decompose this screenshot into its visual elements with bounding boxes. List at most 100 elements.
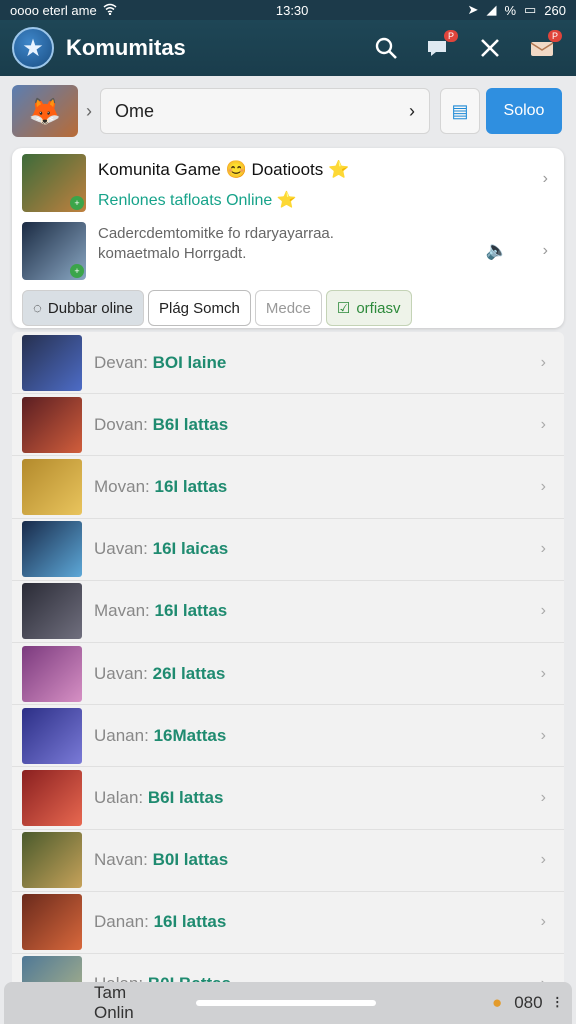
search-action-button[interactable]: Soloo bbox=[486, 88, 562, 134]
location-icon: ➤ bbox=[467, 2, 479, 17]
list-item-label: Uavan: bbox=[94, 539, 148, 559]
search-icon bbox=[375, 37, 397, 59]
speaker-icon[interactable]: 🔈 bbox=[486, 240, 508, 261]
notification-badge: P bbox=[443, 30, 458, 42]
game-thumbnail bbox=[22, 645, 82, 702]
game-thumbnail bbox=[22, 334, 82, 391]
featured-description: Cadercdemtomitke fo rdaryayarraa. komaet… bbox=[98, 225, 334, 262]
game-thumbnail bbox=[22, 521, 82, 578]
user-avatar[interactable]: 🦊 bbox=[12, 85, 78, 137]
online-indicator-icon: + bbox=[70, 264, 84, 278]
search-button[interactable] bbox=[364, 26, 408, 70]
filter-button[interactable]: ▤ bbox=[440, 88, 480, 134]
game-thumbnail bbox=[22, 458, 82, 515]
list-item-label: Movan: bbox=[94, 476, 150, 496]
list-item-value: B0I lattas bbox=[152, 850, 229, 870]
search-row: 🦊 › Ome › ▤ Soloo bbox=[0, 84, 576, 138]
wifi-icon bbox=[103, 3, 117, 18]
chip-medce[interactable]: Medce bbox=[254, 290, 322, 326]
list-item-value: BOI laine bbox=[152, 352, 227, 372]
signal-icon: ◢ bbox=[486, 2, 497, 17]
game-thumbnail bbox=[22, 894, 82, 951]
chip-label: orfiasv bbox=[356, 299, 401, 317]
list-item-text: Danan: 16I lattas bbox=[94, 912, 541, 932]
calendar-check-icon: ☑ bbox=[336, 300, 351, 317]
close-button[interactable] bbox=[468, 26, 512, 70]
game-thumbnail: + bbox=[22, 154, 86, 212]
chevron-right-icon: › bbox=[540, 353, 546, 371]
status-percent: % bbox=[504, 2, 516, 18]
list-item-value: B6I lattas bbox=[147, 787, 224, 807]
list-item[interactable]: Ualan: B6I lattas › bbox=[12, 767, 564, 830]
list-item-text: Mavan: 16I lattas bbox=[94, 601, 541, 621]
list-item-label: Danan: bbox=[94, 912, 149, 932]
clock: 13:30 bbox=[275, 2, 309, 18]
mail-button[interactable]: P bbox=[520, 26, 564, 70]
list-item-text: Uavan: 26I lattas bbox=[94, 664, 541, 684]
filter-chips: ◌ Dubbar oline Plág Somch Medce ☑ orfias… bbox=[22, 290, 412, 326]
battery-icon: ▭ bbox=[524, 2, 537, 17]
list-item[interactable]: Devan: BOI laine › bbox=[12, 332, 564, 395]
coin-icon: ● bbox=[491, 993, 503, 1012]
chip-search[interactable]: Plág Somch bbox=[147, 290, 251, 326]
list-item-text: Devan: BOI laine bbox=[94, 353, 541, 373]
home-indicator[interactable] bbox=[196, 1000, 376, 1006]
list-item[interactable]: Navan: B0I lattas › bbox=[12, 830, 564, 892]
list-item-text: Navan: B0I lattas bbox=[94, 850, 541, 870]
chevron-right-icon[interactable]: › bbox=[543, 242, 548, 260]
list-item-label: Mavan: bbox=[94, 601, 150, 621]
battery-text: 260 bbox=[544, 2, 566, 18]
list-item[interactable]: Danan: 16I lattas › bbox=[12, 892, 564, 954]
chip-calendar[interactable]: ☑ orfiasv bbox=[325, 290, 412, 326]
chevron-right-icon: › bbox=[540, 415, 546, 433]
list-item-text: Ualan: B6I lattas bbox=[94, 788, 541, 808]
game-thumbnail bbox=[22, 769, 82, 826]
page-title: Komumitas bbox=[66, 35, 186, 60]
list-item-label: Uavan: bbox=[94, 663, 148, 683]
list-item[interactable]: Mavan: 16I lattas › bbox=[12, 581, 564, 643]
app-header: ★ Komumitas P P bbox=[0, 20, 576, 76]
list-item[interactable]: Movan: 16I lattas › bbox=[12, 456, 564, 519]
list-item[interactable]: Uanan: 16Mattas › bbox=[12, 705, 564, 768]
online-indicator-icon: + bbox=[70, 196, 84, 210]
list-item-label: Uanan: bbox=[94, 725, 149, 745]
chip-online[interactable]: ◌ Dubbar oline bbox=[22, 290, 144, 326]
game-thumbnail bbox=[22, 583, 82, 640]
list-item-value: 26I lattas bbox=[152, 663, 226, 683]
search-input[interactable]: Ome › bbox=[100, 88, 430, 134]
status-bar: oooo eterl ame 13:30 ➤ ◢ % ▭ 260 bbox=[0, 0, 576, 20]
chevron-right-icon: › bbox=[540, 664, 546, 682]
list-item[interactable]: Dovan: B6I lattas › bbox=[12, 394, 564, 457]
chevron-right-icon: › bbox=[540, 913, 546, 931]
chevron-right-icon: › bbox=[540, 540, 546, 558]
chevron-right-icon[interactable]: › bbox=[543, 170, 548, 188]
mail-badge: P bbox=[547, 30, 562, 42]
list-item-label: Devan: bbox=[94, 352, 148, 372]
featured-title: Komunita Game 😊 Doatioots ⭐ bbox=[98, 160, 350, 179]
list-item[interactable]: Uavan: 16I laicas › bbox=[12, 519, 564, 581]
list-item-text: Uavan: 16I laicas bbox=[94, 539, 541, 559]
search-value: Ome bbox=[115, 100, 155, 121]
list-item-value: 16I lattas bbox=[154, 601, 228, 621]
featured-card[interactable]: + Komunita Game 😊 Doatioots ⭐ Renlones t… bbox=[12, 148, 564, 328]
game-thumbnail bbox=[22, 396, 82, 453]
bottom-bar: Tam Onlin ● 080 ⁝ bbox=[4, 982, 572, 1024]
menu-icon[interactable]: ⁝ bbox=[555, 993, 560, 1013]
chat-icon: ◌ bbox=[33, 299, 42, 317]
clipboard-icon: ▤ bbox=[451, 100, 469, 121]
notification-button[interactable]: P bbox=[416, 26, 460, 70]
game-thumbnail bbox=[22, 707, 82, 764]
list-item-text: Movan: 16I lattas bbox=[94, 477, 541, 497]
app-logo: ★ bbox=[12, 27, 54, 69]
list-item[interactable]: Uavan: 26I lattas › bbox=[12, 643, 564, 706]
list-item-label: Ualan: bbox=[94, 787, 144, 807]
online-status-label[interactable]: Tam Onlin bbox=[16, 983, 156, 1023]
list-item-value: 16I lattas bbox=[153, 912, 227, 932]
chevron-right-icon: › bbox=[409, 100, 415, 121]
list-item-value: B6I lattas bbox=[152, 414, 229, 434]
chevron-right-icon: › bbox=[540, 851, 546, 869]
x-icon bbox=[481, 39, 499, 57]
list-item-value: 16I lattas bbox=[154, 476, 228, 496]
carrier-text: oooo eterl ame bbox=[10, 2, 97, 18]
featured-subtitle: Renlones tafloats Online ⭐ bbox=[98, 192, 297, 209]
